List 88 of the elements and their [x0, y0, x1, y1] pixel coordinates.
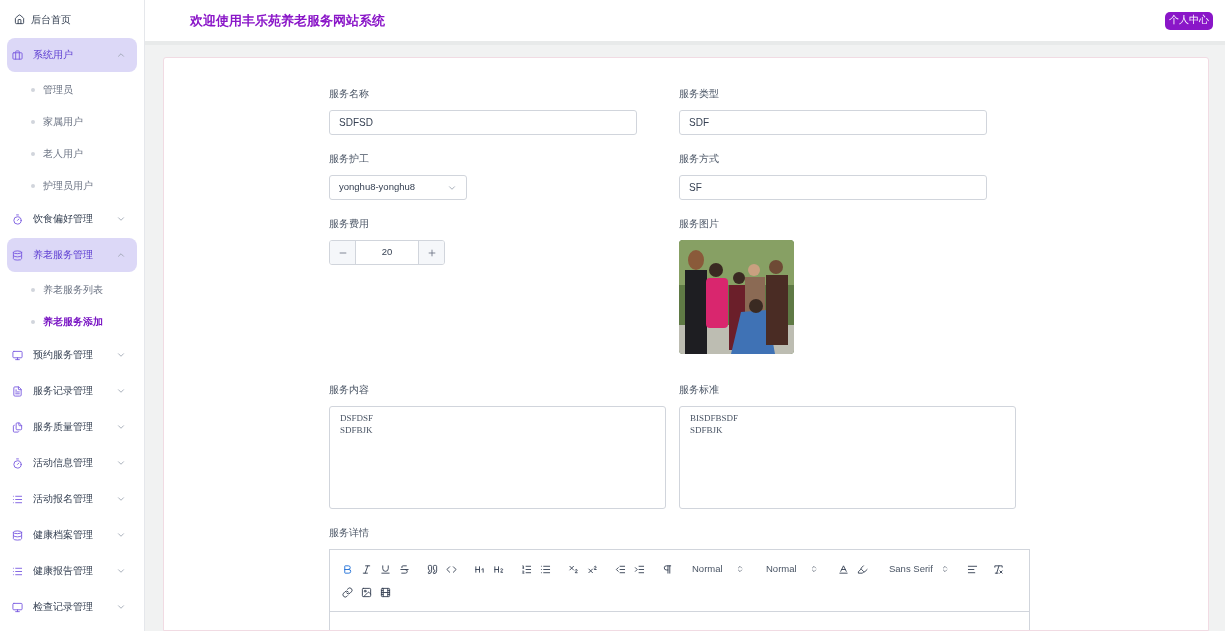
submenu-item[interactable]: 养老服务添加	[7, 306, 137, 338]
menu-item[interactable]: 检查记录管理	[7, 590, 137, 624]
submenu-item[interactable]: 家属用户	[7, 106, 137, 138]
superscript-icon	[586, 563, 598, 575]
up-down-arrows-icon	[941, 565, 949, 573]
subscript-icon	[567, 563, 579, 575]
heading-one-icon	[473, 563, 485, 575]
menu-item[interactable]: 健康档案管理	[7, 518, 137, 552]
dropdown-picker[interactable]: Normal	[758, 560, 826, 578]
bullet-list-icon	[539, 563, 551, 575]
field-label: 服务费用	[329, 217, 370, 231]
nurse-select[interactable]: yonghu8-yonghu8	[329, 175, 467, 200]
chevron-down-icon	[116, 350, 126, 360]
up-down-arrows-icon	[810, 565, 818, 573]
chevron-up-icon	[116, 250, 126, 260]
timer-icon	[12, 213, 23, 225]
field-label: 服务标准	[679, 383, 720, 397]
monitor-icon	[12, 601, 23, 613]
indent-icon	[633, 563, 645, 575]
database-icon	[12, 249, 23, 261]
list-icon	[12, 493, 23, 505]
menu-item[interactable]: 预约服务管理	[7, 338, 137, 372]
field-label: 服务名称	[329, 87, 370, 101]
menu-item[interactable]: 养老服务管理	[7, 238, 137, 272]
text-field[interactable]: SDFSD	[329, 110, 637, 135]
chevron-down-icon	[116, 566, 126, 576]
field-label: 服务详情	[329, 526, 370, 540]
text-field[interactable]: SDF	[679, 110, 987, 135]
heading-two-icon	[492, 563, 504, 575]
chevron-down-icon	[116, 602, 126, 612]
field-label: 服务图片	[679, 217, 720, 231]
link-icon	[341, 586, 353, 598]
list-icon	[12, 565, 23, 577]
page-title: 欢迎使用丰乐苑养老服务网站系统	[190, 11, 385, 30]
profile-button[interactable]: 个人中心	[1165, 11, 1213, 30]
submenu-item[interactable]: 老人用户	[7, 138, 137, 170]
quote-icon	[426, 563, 438, 575]
dropdown-picker[interactable]: Sans Serif	[881, 560, 957, 578]
text-color-icon	[837, 563, 849, 575]
highlight-icon	[856, 563, 868, 575]
underline-icon	[379, 563, 391, 575]
chevron-up-icon	[116, 50, 126, 60]
menu-item[interactable]: 活动信息管理	[7, 446, 137, 480]
video-icon	[379, 586, 391, 598]
picker-label: Normal	[766, 561, 797, 576]
database-icon	[12, 529, 23, 541]
image-icon	[360, 586, 372, 598]
field-label: 服务方式	[679, 152, 720, 166]
submenu-item[interactable]: 管理员	[7, 74, 137, 106]
submenu-item[interactable]: 养老服务列表	[7, 274, 137, 306]
monitor-icon	[12, 349, 23, 361]
menu-item[interactable]: 服务记录管理	[7, 374, 137, 408]
dropdown-picker[interactable]: Normal	[684, 560, 752, 578]
code-icon	[445, 563, 457, 575]
align-left-icon	[966, 563, 978, 575]
menu-item[interactable]: 系统用户	[7, 38, 137, 72]
chevron-down-icon	[116, 530, 126, 540]
timer-icon	[12, 457, 23, 469]
home-icon	[14, 13, 25, 25]
text-area[interactable]: DSFDSF SDFBJK	[329, 406, 666, 509]
menu-item[interactable]: 活动报名管理	[7, 482, 137, 516]
briefcase-icon	[12, 49, 23, 61]
strikethrough-icon	[398, 563, 410, 575]
document-icon	[12, 385, 23, 397]
field-label: 服务内容	[329, 383, 370, 397]
field-label: 服务类型	[679, 87, 720, 101]
menu-item[interactable]: 饮食偏好管理	[7, 202, 137, 236]
numbered-list-icon	[520, 563, 532, 575]
italic-icon	[360, 563, 372, 575]
chevron-down-icon	[116, 494, 126, 504]
menu-item[interactable]: 健康报告管理	[7, 554, 137, 588]
home-link[interactable]: 后台首页	[7, 10, 137, 28]
picker-label: Normal	[692, 561, 723, 576]
picker-label: Sans Serif	[889, 561, 933, 576]
chevron-down-icon	[116, 422, 126, 432]
menu-item[interactable]: 服务质量管理	[7, 410, 137, 444]
chevron-down-icon	[116, 458, 126, 468]
clear-format-icon	[992, 563, 1004, 575]
field-label: 服务护工	[329, 152, 370, 166]
chevron-down-icon	[116, 214, 126, 224]
chevron-down-icon	[116, 386, 126, 396]
submenu-item[interactable]: 护理员用户	[7, 170, 137, 202]
outdent-icon	[614, 563, 626, 575]
text-field[interactable]: SF	[679, 175, 987, 200]
bold-icon	[341, 563, 353, 575]
text-area[interactable]: BISDFBSDF SDFBJK	[679, 406, 1016, 509]
up-down-arrows-icon	[736, 565, 744, 573]
files-icon	[12, 421, 23, 433]
